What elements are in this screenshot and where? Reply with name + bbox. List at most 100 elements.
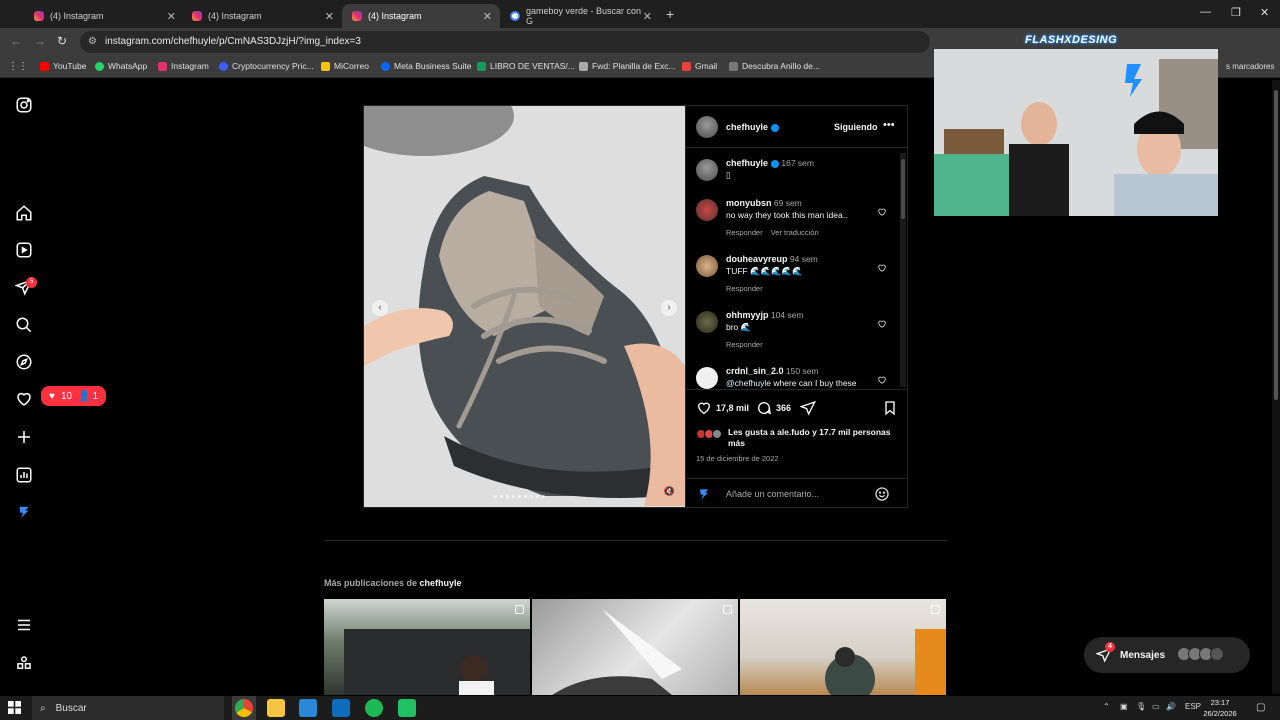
more-posts-username[interactable]: chefhuyle <box>420 578 462 588</box>
reload-icon[interactable]: ↻ <box>57 34 67 48</box>
tray-chevron-icon[interactable]: ⌃ <box>1103 702 1110 711</box>
more-post-thumbnail[interactable] <box>532 599 738 695</box>
messages-button[interactable]: 4 Mensajes <box>1084 637 1250 673</box>
author-username[interactable]: chefhuyle <box>726 158 768 168</box>
post-image[interactable]: ‹ › 🔇 <box>364 106 685 507</box>
tab-instagram-active[interactable]: (4) Instagram ✕ <box>342 4 500 28</box>
share-button[interactable] <box>800 400 820 416</box>
comments-scrollbar[interactable] <box>900 153 906 387</box>
home-icon[interactable] <box>14 203 34 223</box>
maximize-icon[interactable]: ❐ <box>1231 6 1241 19</box>
bookmark-anillo[interactable]: Descubra Anillo de... <box>729 61 820 71</box>
windows-start-icon[interactable] <box>8 701 21 714</box>
forward-arrow-icon[interactable]: → <box>34 34 46 48</box>
tab-google-search[interactable]: gameboy verde - Buscar con G ✕ <box>500 4 660 28</box>
page-scrollbar[interactable] <box>1272 80 1280 694</box>
file-explorer-icon[interactable] <box>267 699 285 717</box>
like-comment-heart-icon[interactable] <box>877 207 887 217</box>
close-tab-icon[interactable]: ✕ <box>325 10 334 23</box>
reels-icon[interactable] <box>14 240 34 260</box>
microphone-icon[interactable]: 🎙 <box>1136 702 1146 711</box>
site-info-icon[interactable]: ⚙ <box>88 36 97 47</box>
comment-input[interactable]: Añade un comentario... <box>726 489 819 499</box>
like-comment-heart-icon[interactable] <box>877 319 887 329</box>
explore-compass-icon[interactable] <box>14 352 34 372</box>
app-icon[interactable] <box>398 699 416 717</box>
translate-link[interactable]: Ver traducción <box>771 228 819 237</box>
reply-link[interactable]: Responder <box>726 228 763 237</box>
bookmark-youtube[interactable]: YouTube <box>40 61 86 71</box>
spotify-icon[interactable] <box>365 699 383 717</box>
mute-icon[interactable]: 🔇 <box>664 486 675 497</box>
more-post-thumbnail[interactable] <box>740 599 946 695</box>
commenter-username[interactable]: douheavyreup <box>726 254 788 264</box>
like-comment-heart-icon[interactable] <box>877 375 887 385</box>
author-username[interactable]: chefhuyle <box>726 122 780 132</box>
commenter-username[interactable]: ohhmyyjp <box>726 310 769 320</box>
commenter-avatar[interactable] <box>696 199 718 221</box>
tray-device-icon[interactable]: ▣ <box>1120 702 1128 711</box>
commenter-avatar[interactable] <box>696 311 718 333</box>
more-post-thumbnail[interactable] <box>324 599 530 695</box>
activity-notification-pill[interactable]: ♥ 10 👤 1 <box>41 386 107 406</box>
apps-grid-icon[interactable]: ⋮⋮ <box>8 61 28 72</box>
next-image-arrow-icon[interactable]: › <box>661 300 677 316</box>
network-icon[interactable]: ▭ <box>1152 702 1160 711</box>
notification-center-icon[interactable]: ▢ <box>1256 702 1265 713</box>
emoji-icon[interactable] <box>874 486 890 502</box>
new-tab-plus-icon[interactable]: + <box>666 6 674 22</box>
commenter-username[interactable]: monyubsn <box>726 198 772 208</box>
close-tab-icon[interactable]: ✕ <box>483 10 492 23</box>
mention-link[interactable]: @chefhuyle <box>726 378 771 388</box>
bookmark-planilla[interactable]: Fwd: Planilla de Exc... <box>579 61 676 71</box>
bookmark-whatsapp[interactable]: WhatsApp <box>95 61 147 71</box>
bookmark-meta-business[interactable]: Meta Business Suite <box>381 61 471 71</box>
threads-apps-icon[interactable] <box>14 653 34 673</box>
volume-icon[interactable]: 🔊 <box>1166 702 1176 711</box>
instagram-logo-icon[interactable] <box>14 95 34 115</box>
like-button[interactable]: 17,8 mil <box>696 400 749 416</box>
author-avatar[interactable] <box>696 116 718 138</box>
save-button[interactable] <box>882 400 902 416</box>
commenter-avatar[interactable] <box>696 367 718 389</box>
minimize-icon[interactable]: — <box>1200 6 1211 18</box>
commenter-avatar[interactable] <box>696 255 718 277</box>
tab-instagram-2[interactable]: (4) Instagram ✕ <box>182 4 342 28</box>
bookmark-crypto[interactable]: Cryptocurrency Pric... <box>219 61 314 71</box>
reply-link[interactable]: Responder <box>726 284 763 293</box>
liked-by-text[interactable]: Les gusta a ale.fudo y 17.7 mil personas… <box>696 427 901 449</box>
previous-image-arrow-icon[interactable]: ‹ <box>372 300 388 316</box>
taskbar-search[interactable]: ⌕ Buscar <box>32 696 224 720</box>
scroll-thumb[interactable] <box>901 159 905 219</box>
reply-link[interactable]: Responder <box>726 340 763 349</box>
all-bookmarks-link[interactable]: s marcadores <box>1226 62 1274 71</box>
commenter-username[interactable]: crdnl_sin_2.0 <box>726 366 784 376</box>
language-indicator[interactable]: ESP <box>1185 702 1201 711</box>
extension-logo-icon[interactable] <box>696 486 712 502</box>
taskbar-clock[interactable]: 23:17 26/2/2026 <box>1200 697 1240 719</box>
menu-hamburger-icon[interactable] <box>14 615 34 635</box>
close-tab-icon[interactable]: ✕ <box>167 10 176 23</box>
like-comment-heart-icon[interactable] <box>877 263 887 273</box>
notifications-heart-icon[interactable] <box>14 389 34 409</box>
more-options-icon[interactable]: ••• <box>883 119 895 131</box>
search-icon[interactable] <box>14 315 34 335</box>
author-avatar[interactable] <box>696 159 718 181</box>
extension-logo-icon[interactable] <box>14 502 34 522</box>
close-window-icon[interactable]: ✕ <box>1260 6 1269 19</box>
outlook-icon[interactable] <box>332 699 350 717</box>
store-icon[interactable] <box>299 699 317 717</box>
bookmark-micorreo[interactable]: MiCorreo <box>321 61 369 71</box>
tab-instagram-1[interactable]: (4) Instagram ✕ <box>24 4 184 28</box>
back-arrow-icon[interactable]: ← <box>10 34 22 48</box>
close-tab-icon[interactable]: ✕ <box>643 10 652 23</box>
page-scroll-thumb[interactable] <box>1274 90 1278 400</box>
bookmark-instagram[interactable]: Instagram <box>158 61 209 71</box>
following-button[interactable]: Siguiendo <box>834 122 878 132</box>
add-comment-bar[interactable]: Añade un comentario... <box>686 478 908 508</box>
comment-button[interactable]: 366 <box>756 400 791 416</box>
create-plus-icon[interactable] <box>14 427 34 447</box>
bookmark-libro-ventas[interactable]: LIBRO DE VENTAS/... <box>477 61 575 71</box>
bookmark-gmail[interactable]: Gmail <box>682 61 717 71</box>
dashboard-icon[interactable] <box>14 465 34 485</box>
